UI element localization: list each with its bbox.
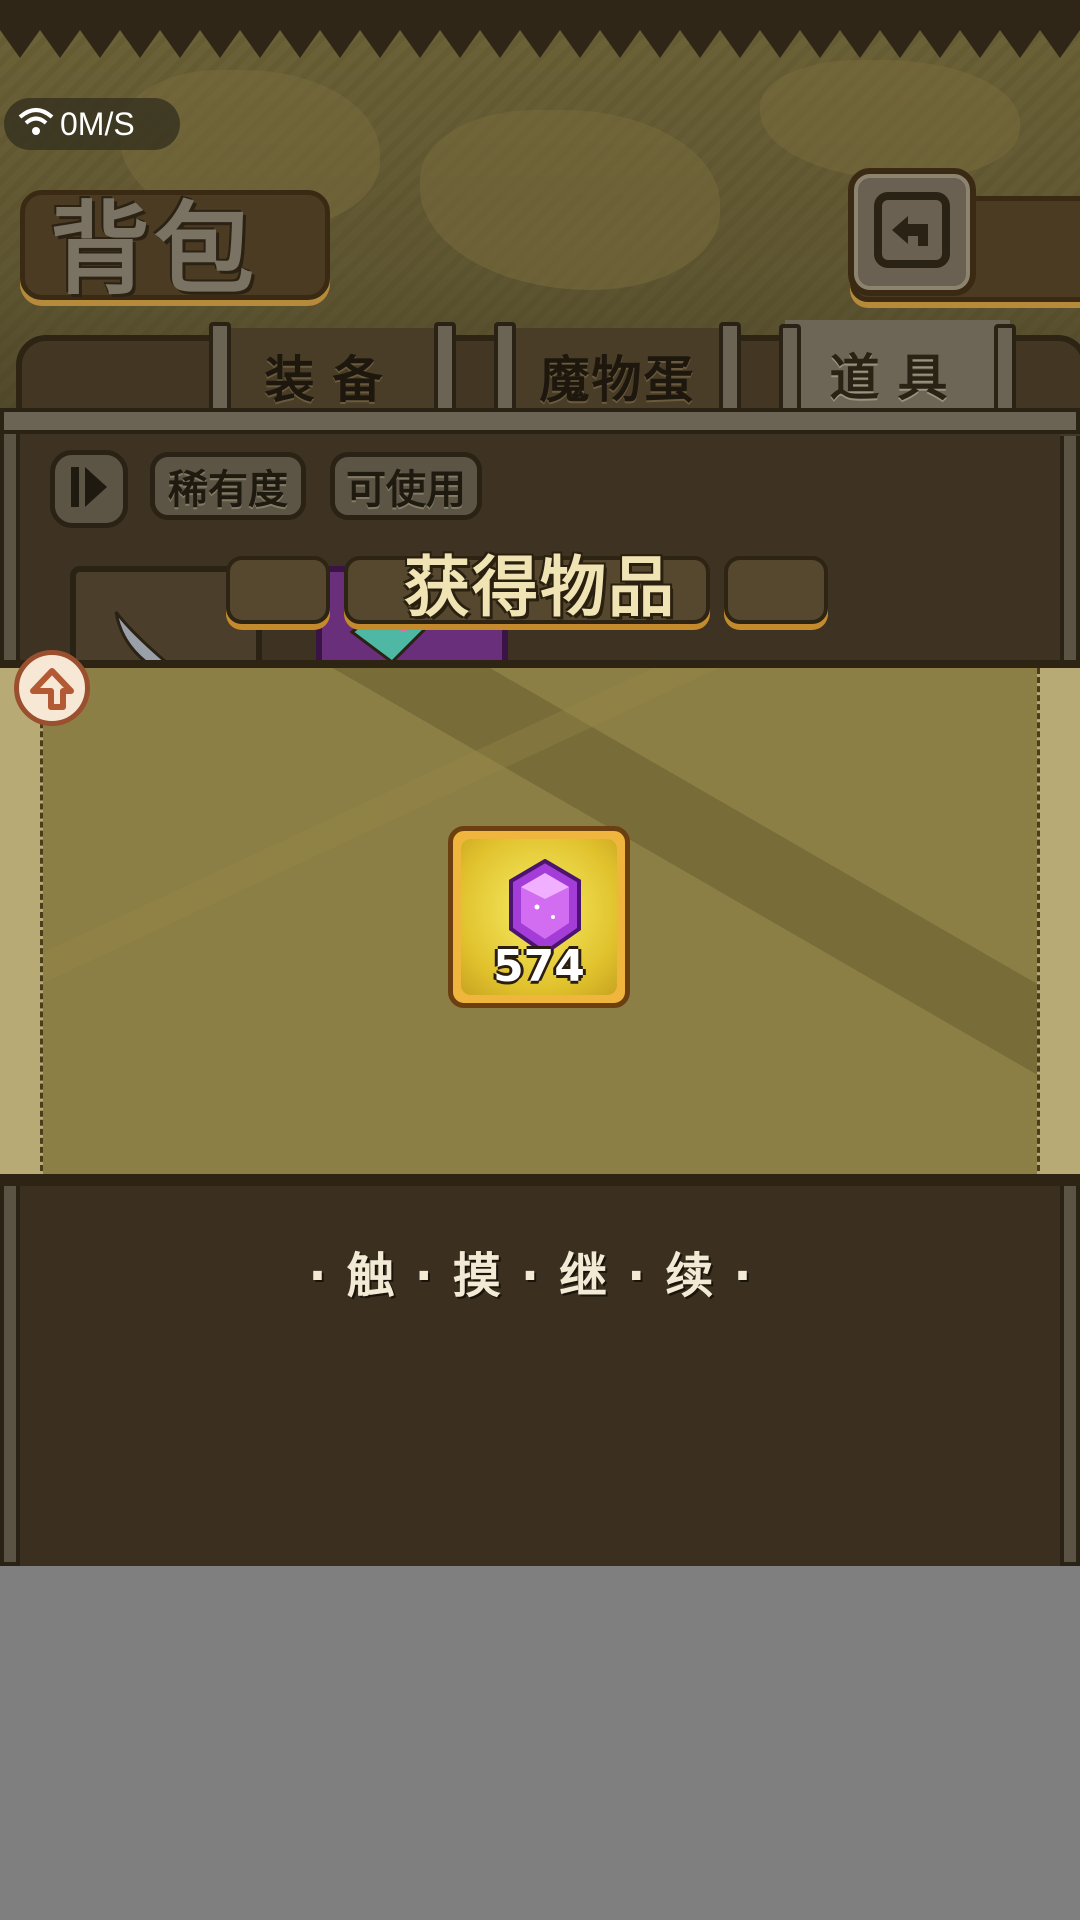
band-edge-left [0, 668, 43, 1180]
torn-edge [0, 0, 1080, 58]
usable-filter-button[interactable]: 可使用 [330, 452, 482, 520]
network-speed: 0M/S [60, 105, 135, 142]
reward-item[interactable]: 574 [448, 826, 630, 1008]
tab-label: 装备 [264, 351, 401, 409]
rarity-filter-label: 稀有度 [168, 467, 288, 513]
tab-label: 魔物蛋 [539, 351, 696, 409]
network-status: 0M/S [4, 98, 180, 150]
sort-button[interactable] [50, 450, 128, 528]
page-title: 背包 [50, 190, 258, 308]
reward-title: 获得物品 [404, 548, 676, 626]
back-button[interactable] [848, 168, 976, 296]
tab-label: 道具 [829, 349, 966, 407]
touch-to-continue[interactable]: ·触·摸·继·续· [0, 1236, 1080, 1306]
map-pin-icon [14, 650, 90, 726]
sort-icon [67, 463, 111, 515]
tabs-underline [0, 408, 1080, 434]
item-count: 574 [493, 941, 585, 992]
back-arrow-icon [872, 190, 952, 274]
usable-filter-label: 可使用 [346, 467, 466, 513]
rarity-filter-button[interactable]: 稀有度 [150, 452, 306, 520]
game-screen[interactable]: 0M/S 背包 装备 魔物蛋 道具 稀有度 可使用 获得物品 574 ·触·摸·… [0, 0, 1080, 1566]
wifi-icon [18, 107, 54, 141]
band-edge-right [1037, 668, 1080, 1180]
band-bottom-edge [0, 1174, 1080, 1186]
